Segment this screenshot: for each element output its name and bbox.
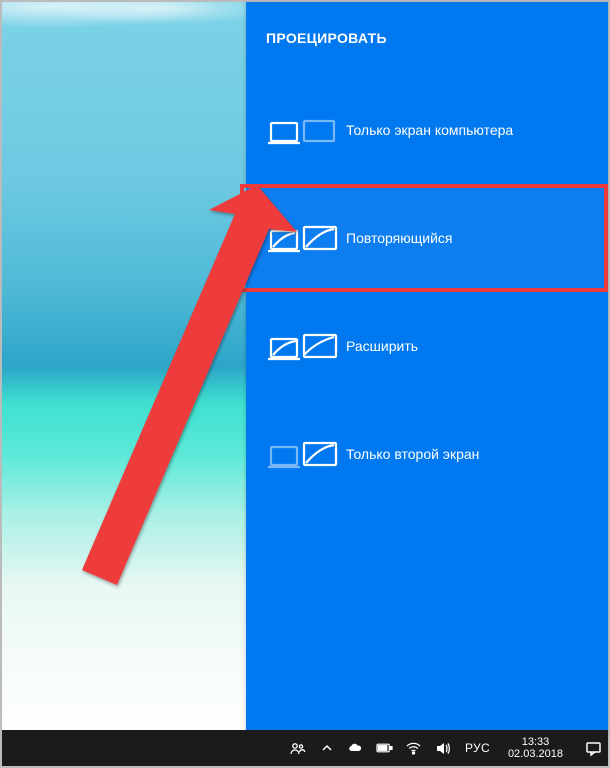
date: 02.03.2018 — [508, 748, 563, 760]
duplicate-icon — [268, 217, 346, 259]
language-indicator[interactable]: РУС — [463, 741, 492, 755]
system-tray: РУС 13:33 02.03.2018 — [289, 736, 602, 760]
option-label: Только экран компьютера — [346, 122, 608, 138]
project-option-second-only[interactable]: Только второй экран — [246, 400, 608, 508]
panel-title: ПРОЕЦИРОВАТЬ — [246, 30, 608, 76]
extend-icon — [268, 325, 346, 367]
pc-only-icon — [268, 109, 346, 151]
second-only-icon — [268, 433, 346, 475]
battery-icon[interactable] — [376, 740, 393, 757]
people-icon[interactable] — [289, 740, 306, 757]
project-option-duplicate[interactable]: Повторяющийся — [240, 184, 608, 292]
project-option-extend[interactable]: Расширить — [246, 292, 608, 400]
chevron-up-icon[interactable] — [318, 740, 335, 757]
volume-icon[interactable] — [434, 740, 451, 757]
clock[interactable]: 13:33 02.03.2018 — [504, 736, 567, 760]
time: 13:33 — [522, 736, 550, 748]
option-label: Только второй экран — [346, 446, 608, 462]
taskbar: РУС 13:33 02.03.2018 — [2, 730, 608, 766]
action-center-icon[interactable] — [585, 740, 602, 757]
project-option-pc-only[interactable]: Только экран компьютера — [246, 76, 608, 184]
wifi-icon[interactable] — [405, 740, 422, 757]
option-label: Повторяющийся — [346, 230, 604, 246]
onedrive-icon[interactable] — [347, 740, 364, 757]
desktop-wallpaper — [2, 2, 248, 732]
project-panel: ПРОЕЦИРОВАТЬ Только экран компьютера — [246, 2, 608, 732]
option-label: Расширить — [346, 338, 608, 354]
